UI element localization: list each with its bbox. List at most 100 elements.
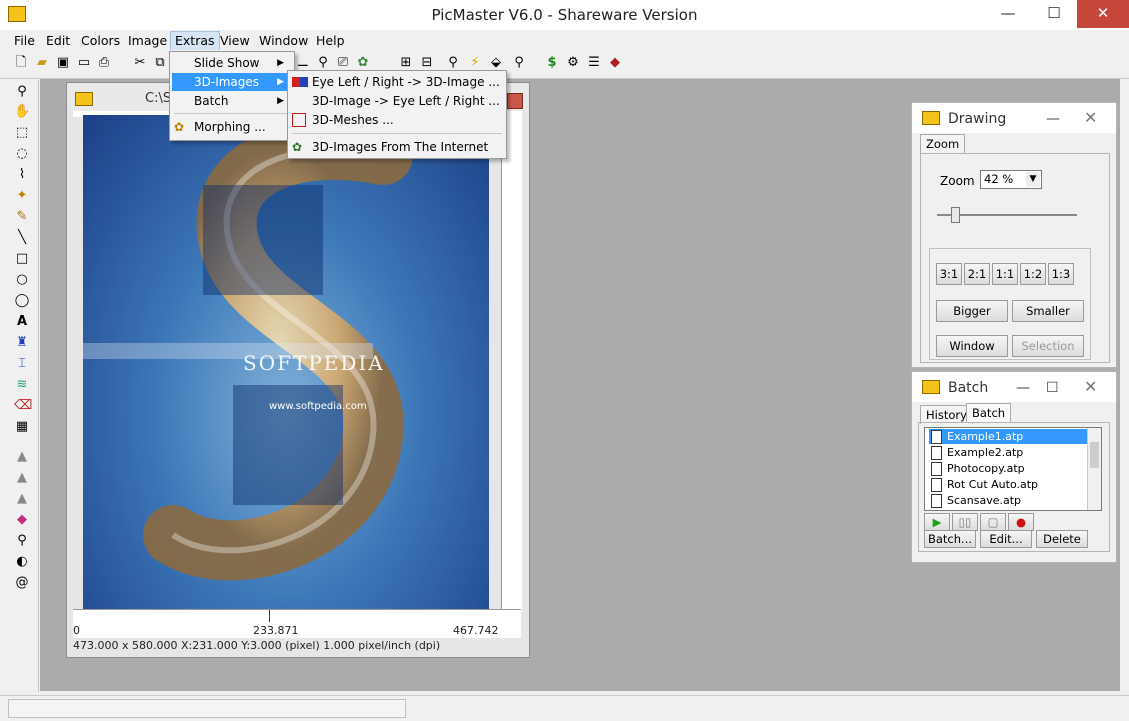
ratio-1-1-button[interactable]: 1:1 (992, 263, 1018, 285)
sharpen-icon[interactable]: ▲ (14, 491, 30, 507)
batch-button[interactable]: Batch... (924, 530, 976, 548)
stamp-icon[interactable]: ▲ (14, 449, 30, 465)
menu-window[interactable]: Window (255, 32, 312, 50)
chevron-down-icon[interactable]: ▼ (1026, 172, 1040, 187)
batch-panel-minimize[interactable]: — (1016, 380, 1030, 396)
printer-alt-icon[interactable]: ⊟ (420, 56, 434, 70)
ellipse-icon[interactable]: ◯ (14, 293, 30, 309)
at-icon[interactable]: @ (14, 575, 30, 591)
menu-item-3d-images[interactable]: 3D-Images ▶ (172, 73, 292, 91)
text-icon[interactable]: A (14, 314, 30, 330)
smaller-button[interactable]: Smaller (1012, 300, 1084, 322)
drawing-panel-titlebar[interactable]: Drawing — ✕ (912, 103, 1116, 133)
image-canvas[interactable]: SOFTPEDIA www.softpedia.com (83, 115, 489, 609)
list-item[interactable]: Scansave.atp (929, 493, 1087, 508)
dollar-icon[interactable]: $ (545, 56, 559, 70)
hand-tool-icon[interactable]: ✋ (14, 104, 30, 120)
window-button[interactable]: Window (936, 335, 1008, 357)
delete-button[interactable]: Delete (1036, 530, 1088, 548)
list-item[interactable]: Example1.atp (929, 429, 1087, 444)
brush-icon[interactable]: ⌶ (14, 356, 30, 372)
tab-batch[interactable]: Batch (966, 403, 1012, 422)
zoom-select[interactable]: 42 % ▼ (980, 170, 1042, 189)
magic-wand-icon[interactable]: ✦ (14, 188, 30, 204)
menu-image[interactable]: Image (124, 32, 171, 50)
ellipse-select-icon[interactable]: ◌ (14, 146, 30, 162)
stop-icon[interactable]: ▢ (980, 513, 1006, 531)
lasso-icon[interactable]: ⌇ (14, 167, 30, 183)
pencil-icon[interactable]: ✎ (14, 209, 30, 225)
close-button[interactable]: ✕ (1077, 0, 1129, 28)
selection-button[interactable]: Selection (1012, 335, 1084, 357)
paperclip-icon[interactable]: ⚲ (512, 56, 526, 70)
ratio-3-1-button[interactable]: 3:1 (936, 263, 962, 285)
open-folder-icon[interactable]: ▰ (35, 56, 49, 70)
ratio-1-3-button[interactable]: 1:3 (1048, 263, 1074, 285)
batch-panel-maximize[interactable]: ☐ (1046, 380, 1059, 396)
speaker-icon[interactable]: ◐ (14, 554, 30, 570)
list-icon[interactable]: ☰ (587, 56, 601, 70)
pause-icon[interactable]: ▯▯ (952, 513, 978, 531)
menu-colors[interactable]: Colors (77, 32, 124, 50)
drawing-panel-minimize[interactable]: — (1046, 111, 1060, 127)
menu-item-3d-meshes[interactable]: 3D-Meshes ... (290, 111, 504, 129)
magnify-icon[interactable]: ⚲ (316, 56, 330, 70)
camera-icon[interactable]: ⎚ (336, 56, 350, 70)
rectangle-icon[interactable]: □ (14, 251, 30, 267)
menu-extras[interactable]: Extras (170, 31, 220, 51)
ratio-1-2-button[interactable]: 1:2 (1020, 263, 1046, 285)
menu-view[interactable]: View (216, 32, 254, 50)
blur-icon[interactable]: ▲ (14, 470, 30, 486)
mosaic-icon[interactable]: ▦ (14, 419, 30, 435)
lightning-icon[interactable]: ⚡ (468, 56, 482, 70)
zoom-tool-icon[interactable]: ⚲ (14, 84, 30, 100)
record-icon[interactable]: ● (1008, 513, 1034, 531)
image-window-close-button[interactable] (507, 93, 523, 109)
fill-icon[interactable]: ◆ (14, 512, 30, 528)
circle-icon[interactable]: ○ (14, 272, 30, 288)
new-file-icon[interactable]: 🗋 (14, 56, 28, 70)
menu-item-3d-to-eye[interactable]: 3D-Image -> Eye Left / Right ... (290, 92, 504, 110)
menu-item-batch[interactable]: Batch ▶ (172, 92, 292, 110)
zoom-slider-thumb[interactable] (951, 207, 960, 223)
menu-item-3d-internet[interactable]: ✿ 3D-Images From The Internet (290, 138, 504, 156)
picker-icon[interactable]: ⚲ (14, 533, 30, 549)
scanner-icon[interactable]: ▭ (77, 56, 91, 70)
list-scrollbar[interactable] (1087, 428, 1101, 510)
list-item[interactable]: Rot Cut Auto.atp (929, 477, 1087, 492)
menu-edit[interactable]: Edit (42, 32, 74, 50)
batch-panel-close[interactable]: ✕ (1084, 377, 1097, 396)
line-icon[interactable]: ╲ (14, 230, 30, 246)
scrollbar-thumb[interactable] (1090, 442, 1099, 468)
eraser-icon[interactable]: ⌫ (14, 398, 32, 414)
minimize-button[interactable]: — (985, 0, 1031, 28)
list-item[interactable]: Photocopy.atp (929, 461, 1087, 476)
cut-icon[interactable]: ✂ (133, 56, 147, 70)
play-icon[interactable]: ▶ (924, 513, 950, 531)
tool-icon[interactable]: ⚊ (296, 56, 310, 70)
bottle-icon[interactable]: ♜ (14, 335, 30, 351)
search-icon[interactable]: ⚲ (446, 56, 460, 70)
bigger-button[interactable]: Bigger (936, 300, 1008, 322)
edit-button[interactable]: Edit... (980, 530, 1032, 548)
menu-help[interactable]: Help (312, 32, 349, 50)
batch-panel-titlebar[interactable]: Batch — ☐ ✕ (912, 372, 1116, 402)
tab-zoom[interactable]: Zoom (920, 134, 966, 153)
list-item[interactable]: Example2.atp (929, 445, 1087, 460)
paint-icon[interactable]: ⬙ (489, 56, 503, 70)
register-icon[interactable]: ⚙ (566, 56, 580, 70)
maximize-button[interactable]: ☐ (1031, 0, 1077, 28)
rect-select-icon[interactable]: ⬚ (14, 125, 30, 141)
menu-file[interactable]: File (10, 32, 39, 50)
book-icon[interactable]: ◆ (608, 56, 622, 70)
menu-item-eye-to-3d[interactable]: Eye Left / Right -> 3D-Image ... (290, 73, 504, 91)
ratio-2-1-button[interactable]: 2:1 (964, 263, 990, 285)
drawing-panel-close[interactable]: ✕ (1084, 108, 1097, 127)
globe-icon[interactable]: ✿ (356, 56, 370, 70)
save-icon[interactable]: ▣ (56, 56, 70, 70)
menu-item-morphing[interactable]: ✿ Morphing ... (172, 118, 292, 136)
print-icon[interactable]: ⎙ (97, 56, 111, 70)
gallery-icon[interactable]: ⊞ (399, 56, 413, 70)
copy-icon[interactable]: ⧉ (153, 56, 167, 70)
spray-icon[interactable]: ≋ (14, 377, 30, 393)
